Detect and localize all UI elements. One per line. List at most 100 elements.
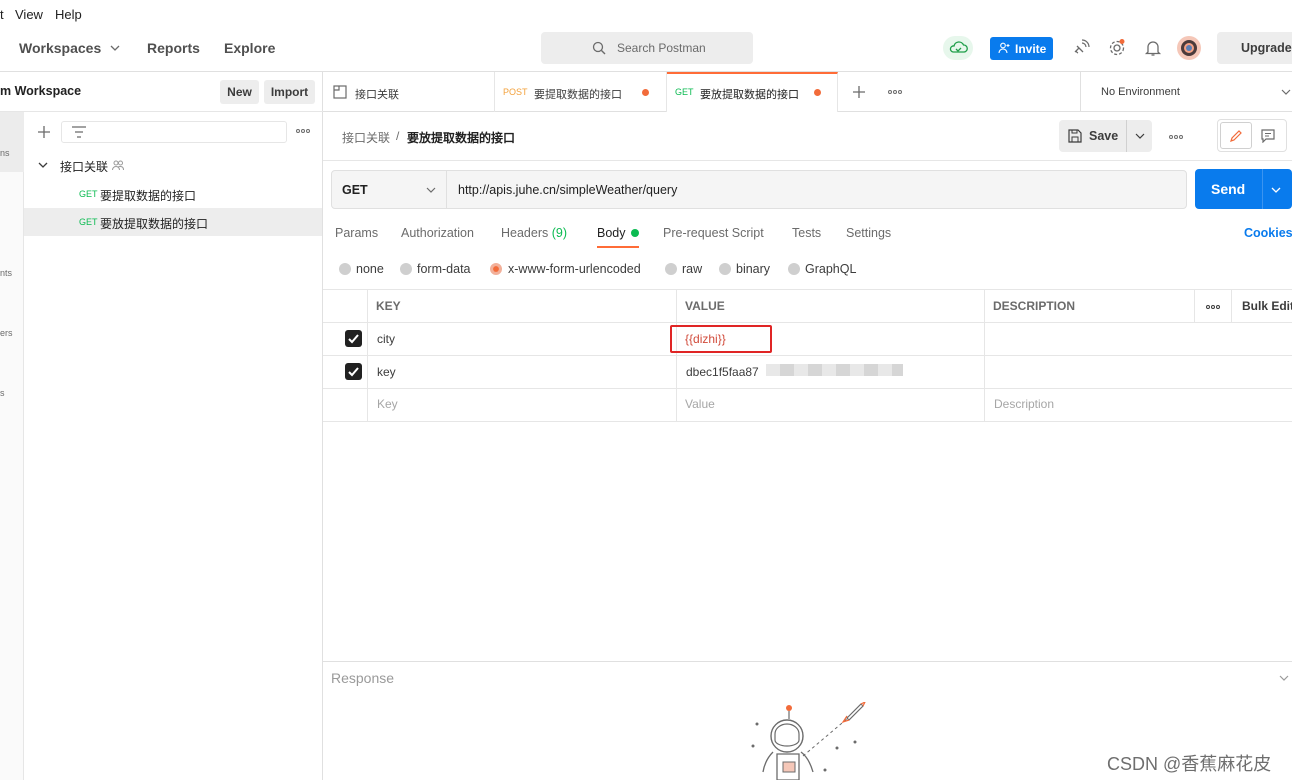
request-more-icon[interactable]	[1169, 132, 1183, 142]
new-button[interactable]: New	[220, 80, 259, 104]
row-enabled-checkbox[interactable]	[345, 363, 362, 380]
new-tab-plus-icon[interactable]	[852, 85, 866, 99]
pencil-icon	[1229, 129, 1243, 143]
redacted-mosaic	[766, 364, 903, 376]
filter-input[interactable]	[61, 121, 287, 143]
method-badge: GET	[79, 217, 98, 227]
table-border	[1231, 289, 1232, 322]
cookies-link[interactable]: Cookies	[1244, 226, 1292, 240]
table-border	[323, 289, 1292, 290]
table-border	[323, 421, 1292, 422]
tab-params[interactable]: Params	[335, 226, 378, 240]
import-button[interactable]: Import	[264, 80, 315, 104]
method-label: GET	[342, 183, 368, 197]
avatar[interactable]	[1177, 36, 1201, 60]
chevron-down-icon[interactable]	[426, 185, 436, 195]
radio-urlencoded-selected[interactable]	[490, 263, 502, 275]
bell-icon[interactable]	[1144, 39, 1162, 57]
new-description-input[interactable]: Description	[994, 397, 1054, 411]
radio-form-data[interactable]	[400, 263, 412, 275]
sidebar-item-request-2[interactable]: GET 要放提取数据的接口	[24, 208, 322, 236]
nav-reports[interactable]: Reports	[147, 40, 200, 56]
chevron-down-icon[interactable]	[38, 160, 48, 170]
url-bar: GET http://apis.juhe.cn/simpleWeather/qu…	[331, 170, 1187, 209]
tab-label: 要放提取数据的接口	[700, 89, 799, 101]
nav-workspaces[interactable]: Workspaces	[19, 40, 101, 56]
new-value-input[interactable]: Value	[685, 397, 715, 411]
sidebar-rail-item-history[interactable]: s	[0, 388, 5, 398]
edit-mode-button[interactable]	[1220, 122, 1252, 149]
invite-button[interactable]: Invite	[990, 37, 1053, 60]
column-header-key: KEY	[376, 299, 401, 313]
response-divider[interactable]	[323, 661, 1292, 662]
radio-graphql[interactable]	[788, 263, 800, 275]
row-value-input[interactable]: dbec1f5faa87	[686, 365, 759, 379]
tab-tests[interactable]: Tests	[792, 226, 821, 240]
sidebar-rail-item-environments[interactable]: nts	[0, 268, 12, 278]
radio-raw[interactable]	[665, 263, 677, 275]
method-badge: GET	[79, 189, 98, 199]
menu-bar: t View Help	[0, 0, 1292, 28]
radio-urlencoded-label: x-www-form-urlencoded	[508, 262, 641, 276]
active-tab-underline	[597, 246, 639, 248]
save-button-group: Save	[1059, 120, 1152, 152]
unsaved-dot-icon	[642, 89, 649, 96]
method-select[interactable]: GET	[332, 171, 447, 208]
table-border	[323, 322, 1292, 323]
upgrade-button[interactable]: Upgrade	[1217, 32, 1292, 64]
comment-icon[interactable]	[1261, 129, 1275, 143]
table-border	[1194, 289, 1195, 322]
method-badge: POST	[503, 87, 528, 97]
tab-body[interactable]: Body	[597, 226, 626, 240]
sidebar-rail-item-collections[interactable]: ns	[0, 112, 24, 172]
save-divider	[1126, 120, 1127, 152]
send-button[interactable]: Send	[1211, 181, 1245, 197]
table-border	[367, 289, 368, 421]
sidebar-item-request-1[interactable]: GET 要提取数据的接口	[24, 180, 322, 208]
search-input[interactable]: Search Postman	[541, 32, 753, 64]
menu-file[interactable]: t	[0, 7, 4, 22]
new-key-input[interactable]: Key	[377, 397, 398, 411]
save-options-chevron-icon[interactable]	[1135, 131, 1145, 141]
tab-headers[interactable]: Headers (9)	[501, 226, 567, 240]
tab-pre-request-script[interactable]: Pre-request Script	[663, 226, 764, 240]
table-border	[323, 355, 1292, 356]
menu-view[interactable]: View	[15, 7, 43, 22]
astronaut-rocket-illustration	[745, 702, 875, 780]
chevron-down-icon[interactable]	[1279, 673, 1289, 683]
gear-icon[interactable]	[1108, 39, 1126, 57]
sidebar-rail-item-servers[interactable]: ers	[0, 328, 13, 338]
menu-help[interactable]: Help	[55, 7, 82, 22]
send-options-chevron-icon[interactable]	[1271, 185, 1281, 195]
table-more-icon[interactable]	[1206, 302, 1220, 312]
bulk-edit-button[interactable]: Bulk Edit	[1242, 299, 1292, 313]
tab-request-get-active[interactable]: GET 要放提取数据的接口	[667, 72, 838, 112]
filter-icon	[72, 126, 86, 138]
radio-none[interactable]	[339, 263, 351, 275]
tab-collection[interactable]: 接口关联	[323, 72, 495, 112]
breadcrumb-parent[interactable]: 接口关联	[342, 129, 390, 146]
tab-headers-label: Headers	[501, 226, 549, 240]
satellite-icon[interactable]	[1072, 39, 1090, 57]
chevron-down-icon[interactable]	[109, 42, 121, 54]
environment-select[interactable]: No Environment	[1080, 72, 1292, 111]
body-active-dot-icon	[631, 229, 639, 237]
url-input[interactable]: http://apis.juhe.cn/simpleWeather/query	[458, 183, 677, 197]
more-options-icon[interactable]	[296, 126, 310, 136]
save-button[interactable]: Save	[1089, 129, 1118, 143]
sync-cloud-icon[interactable]	[943, 36, 973, 60]
row-key-input[interactable]: key	[377, 365, 396, 379]
collection-item[interactable]: 接口关联	[24, 152, 322, 178]
tab-authorization[interactable]: Authorization	[401, 226, 474, 240]
tab-more-icon[interactable]	[888, 87, 902, 97]
tab-settings[interactable]: Settings	[846, 226, 891, 240]
nav-explore[interactable]: Explore	[224, 40, 275, 56]
row-enabled-checkbox[interactable]	[345, 330, 362, 347]
chevron-down-icon[interactable]	[1281, 87, 1291, 97]
sidebar-rail: ns nts ers s	[0, 112, 24, 780]
tab-request-post[interactable]: POST 要提取数据的接口	[495, 72, 667, 112]
row-key-input[interactable]: city	[377, 332, 395, 346]
radio-binary[interactable]	[719, 263, 731, 275]
column-header-value: VALUE	[685, 299, 725, 313]
plus-icon[interactable]	[37, 125, 51, 139]
